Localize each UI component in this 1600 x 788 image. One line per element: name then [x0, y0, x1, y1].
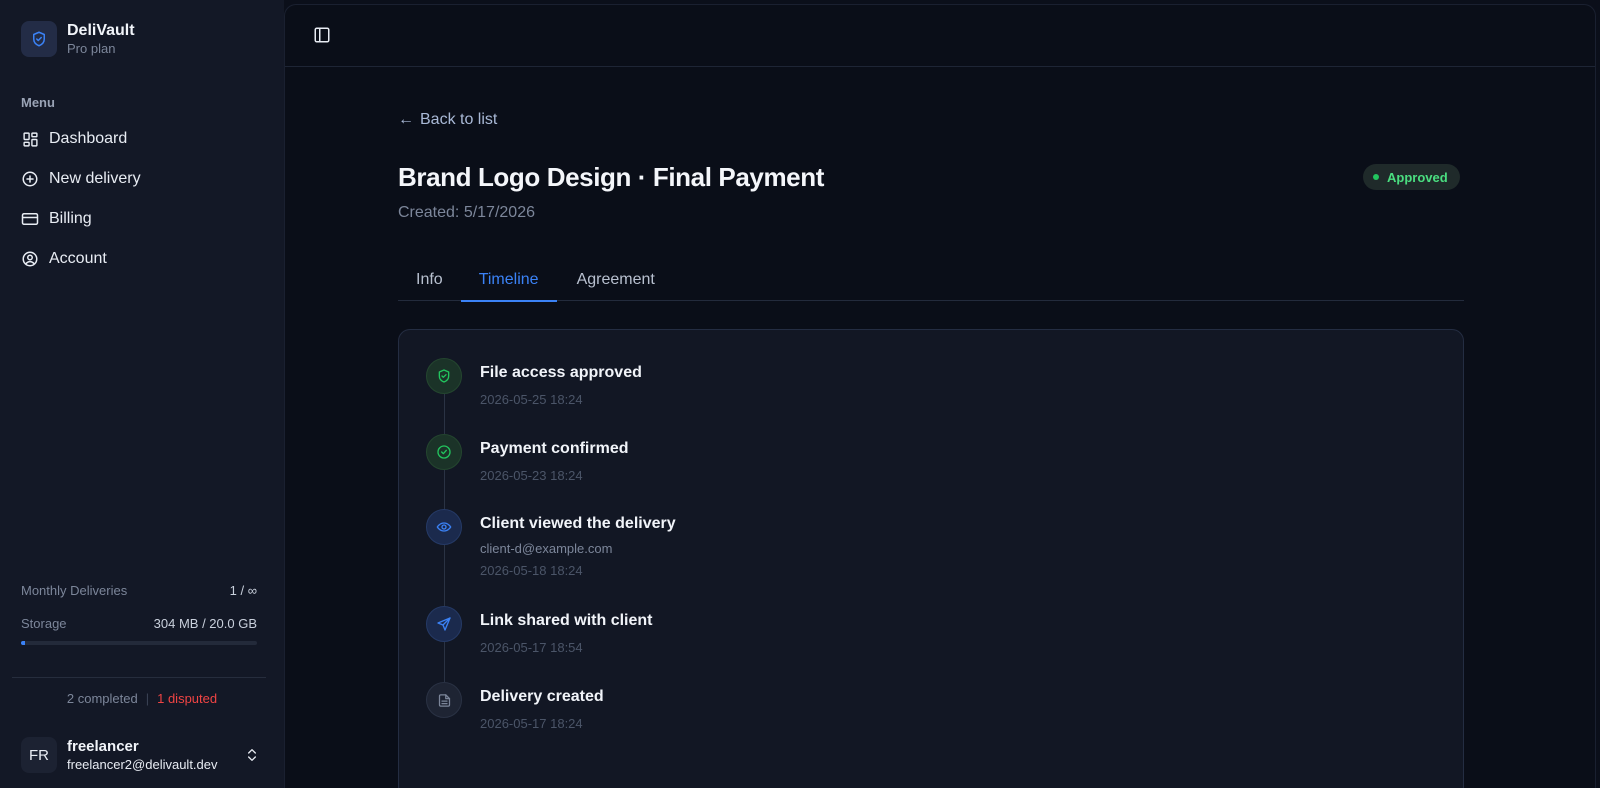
- brand[interactable]: DeliVault Pro plan: [21, 21, 135, 57]
- sidebar-nav: Dashboard New delivery Billing Account: [21, 119, 265, 279]
- sidebar-item-label: Dashboard: [49, 130, 128, 147]
- status-badge: Approved: [1363, 164, 1460, 190]
- tabs: Info Timeline Agreement: [398, 259, 1464, 302]
- sidebar-item-label: Billing: [49, 210, 92, 227]
- menu-label: Menu: [21, 95, 55, 110]
- tab-agreement[interactable]: Agreement: [557, 259, 675, 301]
- timeline-time: 2026-05-17 18:54: [480, 640, 583, 655]
- brand-name: DeliVault: [67, 22, 135, 39]
- sidebar-item-label: Account: [49, 250, 107, 267]
- delivery-stats: 2 completed | 1 disputed: [0, 691, 284, 706]
- timeline-item: Payment confirmed 2026-05-23 18:24: [426, 434, 1326, 494]
- timeline-title: Link shared with client: [480, 612, 653, 629]
- plus-circle-icon: [21, 170, 39, 188]
- timeline-item: File access approved 2026-05-25 18:24: [426, 358, 1326, 418]
- arrow-left-icon: ←: [398, 111, 414, 128]
- timeline-card: File access approved 2026-05-25 18:24 Pa…: [398, 329, 1464, 788]
- sidebar-item-billing[interactable]: Billing: [21, 199, 265, 239]
- back-to-list-link[interactable]: ← Back to list: [398, 111, 497, 129]
- timeline-title: Payment confirmed: [480, 440, 629, 457]
- created-date: Created: 5/17/2026: [398, 204, 535, 221]
- sidebar-item-account[interactable]: Account: [21, 239, 265, 279]
- dashboard-icon: [21, 130, 39, 148]
- chevrons-up-down-icon[interactable]: [243, 746, 261, 764]
- user-circle-icon: [21, 250, 39, 268]
- storage-progress-bar: [21, 641, 257, 645]
- status-dot: [1373, 174, 1379, 180]
- storage-label: Storage: [21, 616, 67, 631]
- tab-timeline[interactable]: Timeline: [460, 259, 557, 302]
- send-icon: [426, 606, 462, 642]
- status-label: Approved: [1387, 169, 1448, 185]
- disputed-count: 1 disputed: [157, 691, 218, 706]
- timeline-title: Client viewed the delivery: [480, 515, 676, 532]
- timeline-title: Delivery created: [480, 688, 604, 705]
- user-name: freelancer: [67, 737, 139, 755]
- usage-panel: Monthly Deliveries 1 / ∞ Storage 304 MB …: [21, 583, 257, 645]
- page-title: Brand Logo Design · Final Payment: [398, 162, 824, 192]
- sidebar-item-label: New delivery: [49, 170, 141, 187]
- sidebar-item-dashboard[interactable]: Dashboard: [21, 119, 265, 159]
- user-menu[interactable]: FR freelancer freelancer2@delivault.dev: [21, 737, 261, 773]
- timeline-item: Delivery created 2026-05-17 18:24: [426, 682, 1326, 742]
- back-to-list-label: Back to list: [420, 111, 498, 128]
- timeline-time: 2026-05-23 18:24: [480, 468, 583, 483]
- file-icon: [426, 682, 462, 718]
- main-panel: ← Back to list Brand Logo Design · Final…: [284, 4, 1596, 788]
- monthly-deliveries-value: 1 / ∞: [229, 583, 257, 598]
- topbar: [285, 5, 1595, 67]
- shield-icon: [33, 31, 45, 47]
- storage: Storage 304 MB / 20.0 GB: [21, 616, 257, 631]
- storage-progress-fill: [21, 641, 25, 645]
- monthly-deliveries: Monthly Deliveries 1 / ∞: [21, 583, 257, 598]
- timeline-time: 2026-05-18 18:24: [480, 563, 583, 578]
- tab-info[interactable]: Info: [398, 259, 461, 301]
- eye-icon: [426, 509, 462, 545]
- storage-value: 304 MB / 20.0 GB: [153, 616, 257, 631]
- stats-separator: |: [145, 691, 150, 706]
- completed-count: 2 completed: [66, 691, 138, 706]
- timeline-time: 2026-05-17 18:24: [480, 716, 583, 731]
- sidebar-item-new-delivery[interactable]: New delivery: [21, 159, 265, 199]
- monthly-deliveries-label: Monthly Deliveries: [21, 583, 128, 598]
- app: DeliVault Pro plan Menu Dashboard New de…: [0, 0, 1600, 788]
- timeline-detail: client-d@example.com: [480, 541, 613, 556]
- brand-plan: Pro plan: [67, 41, 116, 56]
- avatar: FR: [21, 737, 57, 773]
- timeline-item: Client viewed the delivery client-d@exam…: [426, 509, 1326, 589]
- user-email: freelancer2@delivault.dev: [67, 756, 218, 772]
- credit-card-icon: [21, 210, 39, 228]
- sidebar-toggle-icon[interactable]: [312, 25, 332, 45]
- brand-logo: [21, 21, 57, 57]
- divider: [12, 677, 266, 678]
- timeline-title: File access approved: [480, 364, 642, 381]
- check-circle-icon: [426, 434, 462, 470]
- shield-check-icon: [426, 358, 462, 394]
- timeline-time: 2026-05-25 18:24: [480, 392, 583, 407]
- timeline-item: Link shared with client 2026-05-17 18:54: [426, 606, 1326, 666]
- sidebar: DeliVault Pro plan Menu Dashboard New de…: [0, 0, 284, 788]
